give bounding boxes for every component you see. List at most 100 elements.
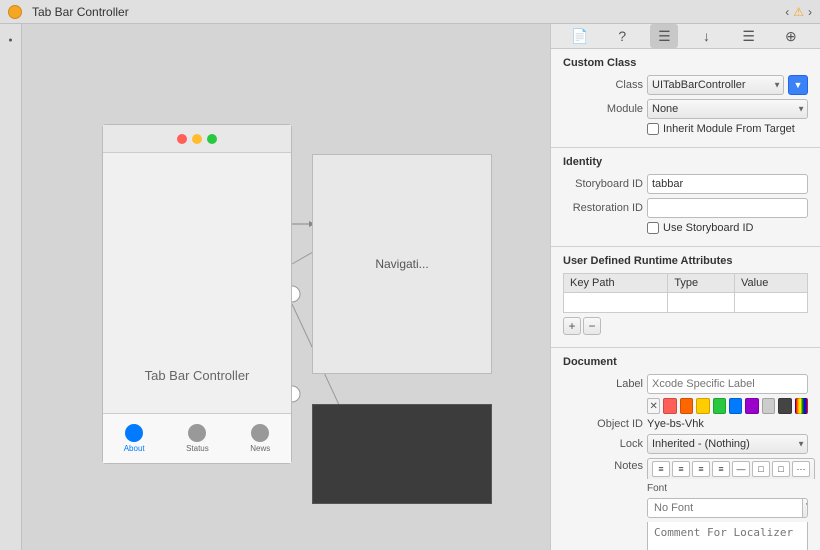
inspector-help-icon[interactable]: ? [608,24,636,48]
nav-frame-label: Navigati... [375,257,428,271]
nav-controls: ‹ ⚠ › [785,5,812,19]
module-row: Module None ▼ [563,99,808,119]
lock-select-wrapper[interactable]: Inherited - (Nothing) ▼ [647,434,808,454]
remove-attribute-btn[interactable]: − [583,317,601,335]
module-select-wrapper[interactable]: None ▼ [647,99,808,119]
object-id-row: Object ID Yye-bs-Vhk [563,418,808,430]
notes-label: Notes [563,458,643,472]
inspector-conn-icon[interactable]: ⊕ [777,24,805,48]
tab-label-about: About [124,444,145,453]
tab-item-news: News [250,424,270,453]
lock-select[interactable]: Inherited - (Nothing) [647,434,808,454]
nav-back[interactable]: ‹ [785,5,789,19]
label-field-label: Label [563,378,643,390]
use-storyboard-checkbox[interactable] [647,222,659,234]
notes-list1[interactable]: □ [752,461,770,477]
cell-value [735,293,808,313]
swatch-green[interactable] [713,398,726,414]
main-container: ● Tab Bar Controller [0,24,820,550]
storyboard-id-input[interactable] [647,174,808,194]
object-id-label: Object ID [563,418,643,430]
module-select[interactable]: None [647,99,808,119]
identity-title: Identity [563,156,808,168]
notes-row: Notes ≡ ≡ ≡ ≡ — □ □ ··· [563,458,808,479]
dot-red [177,134,187,144]
class-select-wrapper[interactable]: UITabBarController ▼ [647,75,784,95]
font-input-wrapper: T ▲ ▼ [647,498,808,518]
identity-section: Identity Storyboard ID Restoration ID Us… [551,148,820,247]
app-icon [8,5,22,19]
document-section: Document Label ✕ Object ID [551,348,820,550]
col-keypath: Key Path [564,274,668,293]
class-row: Class UITabBarController ▼ ▼ [563,75,808,95]
tab-dot-news [251,424,269,442]
nav-forward[interactable]: › [808,5,812,19]
inspector-size-icon[interactable]: ☰ [735,24,763,48]
dot-yellow [192,134,202,144]
notes-more[interactable]: ··· [792,461,810,477]
add-remove-row: + − [563,313,808,339]
notes-align-justify[interactable]: ≡ [712,461,730,477]
notes-align-center[interactable]: ≡ [672,461,690,477]
cell-keypath [564,293,668,313]
lock-label: Lock [563,438,643,450]
tab-item-status: Status [186,424,209,453]
inspector-file-icon[interactable]: 📄 [566,24,594,48]
restoration-id-input[interactable] [647,198,808,218]
titlebar: Tab Bar Controller ‹ ⚠ › [0,0,820,24]
swatch-orange[interactable] [680,398,693,414]
use-storyboard-label: Use Storyboard ID [663,222,753,234]
swatch-purple[interactable] [745,398,758,414]
font-text-btn[interactable]: T [802,499,808,517]
table-row [564,293,808,313]
restoration-id-label: Restoration ID [563,202,643,214]
col-type: Type [668,274,735,293]
swatch-more[interactable] [795,398,808,414]
tab-dot-about [125,424,143,442]
storyboard-id-label: Storyboard ID [563,178,643,190]
custom-class-title: Custom Class [563,57,808,69]
notes-list2[interactable]: □ [772,461,790,477]
dot-green [207,134,217,144]
canvas-area[interactable]: Tab Bar Controller About Status News Nav… [22,24,550,550]
class-label: Class [563,79,643,91]
tab-dot-status [188,424,206,442]
nav-frame: Navigati... [312,154,492,374]
tab-item-about: About [124,424,145,453]
font-input[interactable] [648,499,802,517]
custom-class-section: Custom Class Class UITabBarController ▼ … [551,49,820,148]
sidebar-btn-1[interactable]: ● [3,32,19,48]
add-attribute-btn[interactable]: + [563,317,581,335]
swatch-gray[interactable] [762,398,775,414]
swatch-red[interactable] [663,398,676,414]
inherit-module-checkbox[interactable] [647,123,659,135]
font-section: Font T ▲ ▼ [563,483,808,550]
swatch-dark[interactable] [778,398,791,414]
inspector-attr-icon[interactable]: ↓ [693,24,721,48]
notes-toolbar: ≡ ≡ ≡ ≡ — □ □ ··· [647,458,815,479]
comment-input[interactable] [647,522,808,550]
inherit-module-row: Inherit Module From Target [563,123,808,135]
swatch-blue[interactable] [729,398,742,414]
swatch-x-btn[interactable]: ✕ [647,398,660,414]
device-frame: Tab Bar Controller About Status News [102,124,292,464]
notes-align-right[interactable]: ≡ [692,461,710,477]
label-input[interactable] [647,374,808,394]
label-row: Label [563,374,808,394]
class-select[interactable]: UITabBarController [647,75,784,95]
inspector-identity-icon[interactable]: ☰ [650,24,678,48]
swatch-yellow[interactable] [696,398,709,414]
notes-align-left[interactable]: ≡ [652,461,670,477]
notes-rule[interactable]: — [732,461,750,477]
device-controller-label: Tab Bar Controller [103,368,291,383]
color-swatch-row: ✕ [563,398,808,414]
tab-label-news: News [250,444,270,453]
notes-editor: ≡ ≡ ≡ ≡ — □ □ ··· [647,458,815,479]
storyboard-id-row: Storyboard ID [563,174,808,194]
device-header [103,125,291,153]
restoration-id-row: Restoration ID [563,198,808,218]
left-sidebar: ● [0,24,22,550]
inherit-module-label: Inherit Module From Target [663,123,795,135]
device-tabbar: About Status News [103,413,291,463]
class-btn[interactable]: ▼ [788,75,808,95]
